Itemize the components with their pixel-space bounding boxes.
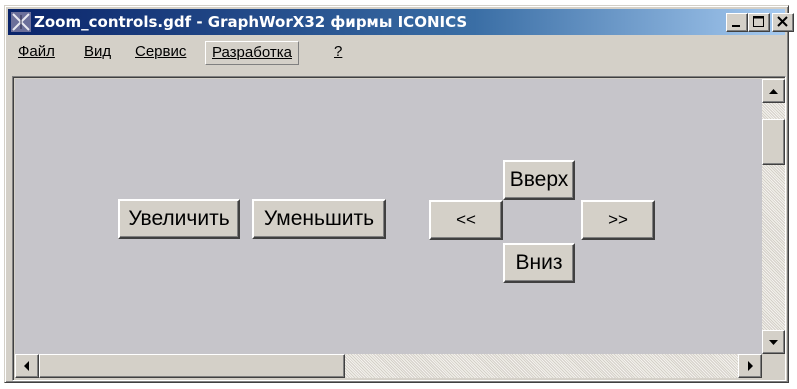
minimize-icon <box>732 25 740 27</box>
maximize-button[interactable] <box>748 13 770 32</box>
arrow-right-icon <box>748 361 753 371</box>
pan-up-button[interactable]: Вверх <box>503 160 575 200</box>
menu-file[interactable]: Файл <box>12 41 61 65</box>
close-button[interactable] <box>772 13 794 32</box>
vertical-scrollbar[interactable] <box>762 79 785 354</box>
menu-development[interactable]: Разработка <box>205 41 299 65</box>
scrollbar-corner <box>762 354 785 378</box>
graphics-canvas[interactable]: Увеличить Уменьшить << >> Вверх Вниз <box>15 79 762 354</box>
app-window: Zoom_controls.gdf - GraphWorX32 фирмы IC… <box>4 5 794 383</box>
pan-left-button[interactable]: << <box>429 200 503 240</box>
title-bar[interactable]: Zoom_controls.gdf - GraphWorX32 фирмы IC… <box>8 9 794 35</box>
menu-bar: Файл Вид Сервис Разработка ? <box>8 37 785 67</box>
minimize-button[interactable] <box>726 13 748 32</box>
menu-help[interactable]: ? <box>328 41 348 65</box>
vertical-scroll-thumb[interactable] <box>762 119 785 165</box>
arrow-down-icon <box>769 340 778 345</box>
scroll-down-button[interactable] <box>762 330 785 354</box>
scroll-up-button[interactable] <box>762 79 785 103</box>
arrow-up-icon <box>769 89 778 94</box>
scroll-right-button[interactable] <box>738 354 762 378</box>
zoom-out-button[interactable]: Уменьшить <box>252 199 386 239</box>
document-frame: Увеличить Уменьшить << >> Вверх Вниз <box>12 76 786 381</box>
close-icon <box>777 16 788 27</box>
zoom-in-button[interactable]: Увеличить <box>118 199 240 239</box>
pan-down-button[interactable]: Вниз <box>503 243 575 283</box>
menu-view[interactable]: Вид <box>78 41 117 65</box>
arrow-left-icon <box>24 361 29 371</box>
menu-service[interactable]: Сервис <box>129 41 192 65</box>
horizontal-scroll-thumb[interactable] <box>39 354 345 378</box>
horizontal-scrollbar[interactable] <box>15 354 762 378</box>
maximize-icon <box>753 16 764 27</box>
scroll-left-button[interactable] <box>15 354 39 378</box>
window-title: Zoom_controls.gdf - GraphWorX32 фирмы IC… <box>34 13 468 31</box>
pan-right-button[interactable]: >> <box>581 200 655 240</box>
graphworx-app-icon <box>11 12 31 32</box>
